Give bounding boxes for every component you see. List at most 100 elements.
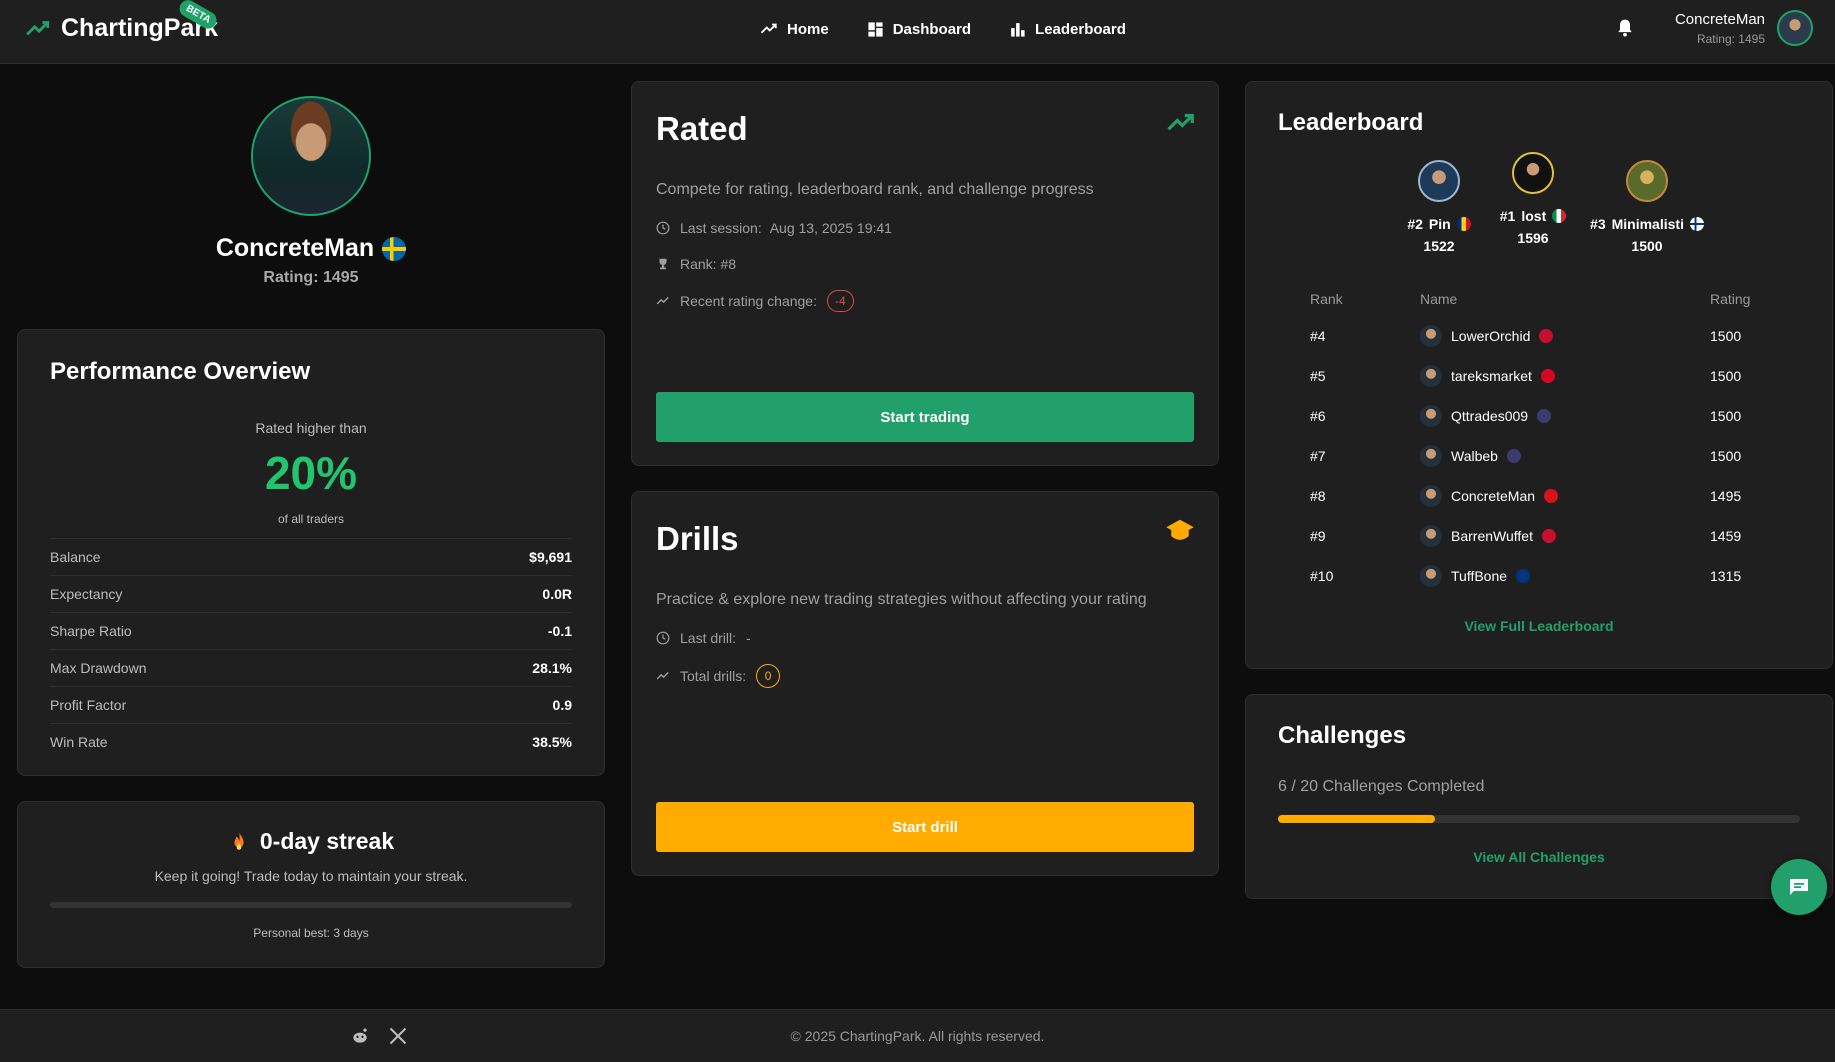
row-avatar bbox=[1420, 565, 1442, 587]
recent-change-badge: -4 bbox=[826, 290, 854, 312]
row-rank: #8 bbox=[1310, 488, 1326, 504]
row-rating: 1500 bbox=[1710, 448, 1742, 464]
row-name-cell: BarrenWuffet bbox=[1420, 525, 1710, 547]
stat-value: 0.0R bbox=[542, 586, 572, 602]
stat-label: Max Drawdown bbox=[50, 660, 147, 676]
row-rating: 1500 bbox=[1710, 368, 1742, 384]
nav-leaderboard[interactable]: Leaderboard bbox=[1009, 20, 1126, 38]
row-name: LowerOrchid bbox=[1451, 328, 1531, 344]
header-user: ConcreteMan Rating: 1495 bbox=[1615, 10, 1813, 46]
performance-stats: Balance $9,691 Expectancy 0.0R Sharpe Rati… bbox=[50, 538, 572, 760]
streak-title: 0-day streak bbox=[259, 828, 395, 854]
stat-sharpe: Sharpe Ratio -0.1 bbox=[50, 612, 572, 649]
row-avatar bbox=[1420, 325, 1442, 347]
podium-rank: #1 bbox=[1499, 208, 1516, 224]
flag-icon bbox=[1541, 529, 1556, 543]
sweden-flag-icon bbox=[382, 236, 407, 261]
streak-progress-track bbox=[50, 902, 572, 908]
rank-text: Rank: #8 bbox=[680, 256, 737, 272]
row-rating: 1500 bbox=[1710, 328, 1742, 344]
stat-max-drawdown: Max Drawdown 28.1% bbox=[50, 649, 572, 686]
chat-button[interactable] bbox=[1771, 859, 1827, 915]
rated-description: Compete for rating, leaderboard rank, an… bbox=[656, 181, 1094, 198]
row-rank: #9 bbox=[1310, 528, 1326, 544]
row-name-cell: ConcreteMan bbox=[1420, 485, 1710, 507]
clock-icon bbox=[656, 221, 670, 235]
row-avatar bbox=[1420, 485, 1442, 507]
header-avatar[interactable] bbox=[1777, 10, 1813, 46]
leaderboard-card: Leaderboard #2 Pin 1522 #1 lost 1596 #3 … bbox=[1245, 81, 1833, 669]
flag-icon bbox=[1544, 489, 1559, 503]
row-avatar bbox=[1420, 445, 1442, 467]
drills-title: Drills bbox=[656, 520, 739, 557]
flag-icon bbox=[1537, 409, 1552, 423]
trend-small-icon bbox=[656, 297, 669, 305]
podium-avatar bbox=[1418, 160, 1460, 202]
podium-third[interactable]: #3 Minimalisti 1500 bbox=[1572, 160, 1722, 254]
bell-icon[interactable] bbox=[1615, 17, 1635, 39]
podium-name: lost bbox=[1521, 208, 1547, 224]
streak-title-row: 0-day streak bbox=[18, 828, 604, 855]
chat-icon bbox=[1790, 879, 1808, 895]
leaderboard-row[interactable]: #5 tareksmarket 1500 bbox=[1310, 356, 1784, 396]
leaderboard-row[interactable]: #9 BarrenWuffet 1459 bbox=[1310, 516, 1784, 556]
leaderboard-row[interactable]: #8 ConcreteMan 1495 bbox=[1310, 476, 1784, 516]
nav-home-label: Home bbox=[787, 20, 829, 38]
row-name: tareksmarket bbox=[1451, 368, 1532, 384]
view-all-challenges-link[interactable]: View All Challenges bbox=[1246, 849, 1832, 865]
row-name: BarrenWuffet bbox=[1451, 528, 1533, 544]
drills-card: Drills Practice & explore new trading st… bbox=[631, 491, 1219, 876]
streak-personal-best: Personal best: 3 days bbox=[253, 926, 369, 940]
start-trading-button[interactable]: Start trading bbox=[656, 392, 1194, 442]
total-drills-badge: 0 bbox=[756, 664, 781, 688]
row-rank: #7 bbox=[1310, 448, 1326, 464]
stat-expectancy: Expectancy 0.0R bbox=[50, 575, 572, 612]
leaderboard-header-row: Rank Name Rating bbox=[1294, 282, 1784, 316]
view-full-leaderboard-link[interactable]: View Full Leaderboard bbox=[1246, 618, 1832, 634]
last-session-label: Last session: bbox=[680, 220, 762, 236]
profile-name-row: ConcreteMan bbox=[17, 234, 605, 263]
bar-chart-icon bbox=[1011, 22, 1025, 37]
leaderboard-row[interactable]: #4 LowerOrchid 1500 bbox=[1310, 316, 1784, 356]
leaderboard-title: Leaderboard bbox=[1278, 109, 1424, 136]
last-drill-line: Last drill: - bbox=[656, 630, 751, 646]
row-name-cell: TuffBone bbox=[1420, 565, 1710, 587]
podium-rank: #2 bbox=[1407, 216, 1423, 232]
profile-rating: Rating: 1495 bbox=[263, 269, 359, 286]
stat-value: 38.5% bbox=[532, 734, 572, 750]
streak-subtitle: Keep it going! Trade today to maintain y… bbox=[154, 868, 468, 884]
fire-icon bbox=[234, 831, 244, 850]
of-all-traders: of all traders bbox=[277, 512, 345, 526]
profile: ConcreteMan Rating: 1495 bbox=[17, 96, 605, 287]
row-rank: #6 bbox=[1310, 408, 1326, 424]
rated-title: Rated bbox=[656, 110, 748, 147]
leaderboard-row[interactable]: #7 Walbeb 1500 bbox=[1310, 436, 1784, 476]
challenges-progress-fill bbox=[1278, 815, 1435, 823]
row-name: Qttrades009 bbox=[1451, 408, 1529, 424]
last-session-line: Last session: Aug 13, 2025 19:41 bbox=[656, 220, 892, 236]
flag-icon bbox=[1516, 569, 1531, 583]
nav-home[interactable]: Home bbox=[760, 20, 829, 38]
stat-label: Win Rate bbox=[50, 734, 108, 750]
streak-card: 0-day streak Keep it going! Trade today … bbox=[17, 801, 605, 968]
leaderboard-row[interactable]: #6 Qttrades009 1500 bbox=[1310, 396, 1784, 436]
profile-avatar bbox=[251, 96, 371, 216]
nav-dashboard-label: Dashboard bbox=[892, 20, 972, 38]
trend-icon bbox=[760, 23, 777, 34]
last-drill-label: Last drill: bbox=[680, 630, 737, 646]
italy-flag-icon bbox=[1552, 209, 1567, 223]
stat-label: Sharpe Ratio bbox=[50, 623, 132, 639]
flag-icon bbox=[1540, 369, 1555, 383]
dashboard-icon bbox=[868, 21, 883, 37]
row-avatar bbox=[1420, 405, 1442, 427]
start-drill-button[interactable]: Start drill bbox=[656, 802, 1194, 852]
stat-value: $9,691 bbox=[529, 549, 572, 565]
row-avatar bbox=[1420, 365, 1442, 387]
top-navbar: ChartingPark BETA Home Dashboard Leaderb… bbox=[0, 0, 1835, 64]
header-rank: Rank bbox=[1310, 291, 1343, 307]
flag-icon bbox=[1506, 449, 1521, 463]
podium-name-row: #3 Minimalisti bbox=[1572, 216, 1722, 232]
nav-dashboard[interactable]: Dashboard bbox=[867, 20, 971, 38]
leaderboard-row[interactable]: #10 TuffBone 1315 bbox=[1310, 556, 1784, 596]
header-user-name: ConcreteMan bbox=[1674, 10, 1765, 28]
